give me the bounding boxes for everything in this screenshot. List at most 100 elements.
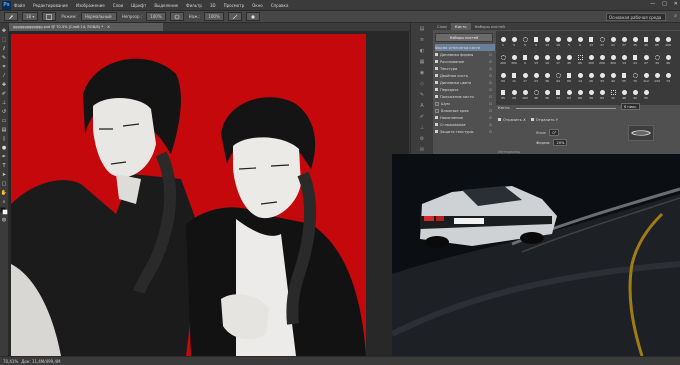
document-tab[interactable]: ggggggggggggg.psd @ 70.5% (Слой 14, RGB/… — [9, 23, 163, 31]
roundness-field[interactable]: 20% — [553, 139, 568, 146]
brush-presets-button[interactable]: Наборы кистей — [435, 33, 493, 42]
airbrush-toggle[interactable] — [227, 12, 242, 21]
brush-preset[interactable]: 19 — [542, 51, 552, 65]
brush-preset[interactable]: 9 — [520, 51, 530, 65]
brush-preset[interactable]: 9 — [575, 33, 585, 47]
quick-select-tool-icon[interactable]: ✎ — [0, 53, 8, 62]
clone-source-panel-icon[interactable]: ⊥ — [411, 122, 433, 133]
menu-3d[interactable]: 3D — [210, 3, 216, 8]
gradient-tool-icon[interactable]: ▤ — [0, 125, 8, 134]
brush-panel-toggle[interactable] — [42, 12, 57, 21]
lock-icon[interactable]: ⊡ — [489, 130, 492, 134]
list-item[interactable]: Динамика формы ⊡ — [435, 51, 495, 58]
brush-preset[interactable]: 95 — [498, 86, 508, 100]
flow-field[interactable]: 100% — [204, 12, 224, 21]
brush-preset[interactable]: 14 — [619, 51, 629, 65]
checkbox[interactable] — [435, 123, 438, 126]
brush-preset[interactable]: 39 — [652, 51, 662, 65]
hand-tool-icon[interactable]: ✋ — [0, 188, 8, 197]
paths-panel-icon[interactable]: ✎ — [411, 89, 433, 100]
lock-icon[interactable]: ⊡ — [489, 81, 492, 85]
brush-preset[interactable]: 32 — [630, 86, 640, 100]
type-tool-icon[interactable]: T — [0, 161, 8, 170]
brush-preset[interactable]: 36 — [542, 86, 552, 100]
lock-icon[interactable]: ⊡ — [489, 53, 492, 57]
checkbox[interactable] — [435, 88, 438, 91]
brush-preset[interactable]: 192 — [520, 86, 530, 100]
tab-brush[interactable]: Кисть — [450, 23, 471, 30]
properties-panel-icon[interactable]: ≡ — [411, 34, 433, 45]
close-icon[interactable]: ✕ — [674, 1, 678, 7]
brush-preset[interactable]: 63 — [597, 86, 607, 100]
size-slider[interactable] — [516, 108, 616, 109]
brush-preset[interactable]: 21 — [608, 33, 618, 47]
brush-preset[interactable]: 100 — [663, 33, 673, 47]
brush-preset[interactable]: 17 — [597, 33, 607, 47]
tool-preset-picker[interactable] — [4, 12, 18, 21]
blur-tool-icon[interactable]: ◊ — [0, 134, 8, 143]
lock-icon[interactable]: ⊡ — [489, 123, 492, 127]
brush-preset[interactable]: 1 — [498, 33, 508, 47]
brush-preset[interactable]: 55 — [619, 69, 629, 83]
clone-stamp-tool-icon[interactable]: ⊥ — [0, 98, 8, 107]
brush-preset[interactable]: 24 — [630, 51, 640, 65]
checkbox[interactable] — [435, 130, 438, 133]
brush-preset[interactable]: 17 — [520, 69, 530, 83]
angle-field[interactable]: 0° — [549, 129, 560, 136]
lock-icon[interactable]: ⊡ — [489, 88, 492, 92]
menu-view[interactable]: Просмотр — [224, 3, 245, 8]
brush-preset[interactable]: 200 — [597, 51, 607, 65]
menu-file[interactable]: Файл — [14, 3, 25, 8]
checkbox[interactable] — [435, 67, 438, 70]
brush-preset[interactable]: 27 — [641, 51, 651, 65]
checkbox[interactable] — [435, 60, 438, 63]
swatches-panel-icon[interactable]: ▦ — [411, 56, 433, 67]
brush-preset[interactable]: 60 — [564, 69, 574, 83]
brush-preset[interactable]: 55 — [641, 86, 651, 100]
brush-tip-shape-item[interactable]: Форма отпечатка кисти — [435, 44, 495, 51]
brush-preset[interactable]: 11 — [608, 86, 618, 100]
character-panel-icon[interactable]: A — [411, 100, 433, 111]
brush-preset[interactable]: 27 — [619, 33, 629, 47]
brush-preset[interactable]: 42 — [608, 69, 618, 83]
flip-x-checkbox[interactable] — [498, 118, 501, 121]
artwork-canvas[interactable] — [11, 34, 366, 356]
checkbox[interactable] — [435, 81, 438, 84]
color-panel-icon[interactable]: ◉ — [411, 67, 433, 78]
brush-preset[interactable]: 66 — [575, 86, 585, 100]
brush-preset[interactable]: 100 — [586, 51, 596, 65]
brush-preset[interactable]: 13 — [586, 33, 596, 47]
list-item[interactable]: Положение кисти ⊡ — [435, 93, 495, 100]
brush-preset[interactable]: 14 — [575, 69, 585, 83]
brush-preset[interactable]: 45 — [564, 51, 574, 65]
lasso-tool-icon[interactable]: ℓ — [0, 44, 8, 53]
zoom-level[interactable]: 70,41% — [3, 359, 18, 364]
lock-icon[interactable]: ⊡ — [489, 116, 492, 120]
eyedropper-tool-icon[interactable]: ⁄ — [0, 71, 8, 80]
list-item[interactable]: Текстура ⊡ — [435, 65, 495, 72]
size-field[interactable]: 6 пикс. — [621, 103, 641, 110]
list-item[interactable]: Двойная кисть ⊡ — [435, 72, 495, 79]
brush-preset[interactable]: 46 — [663, 51, 673, 65]
checkbox[interactable] — [435, 101, 439, 106]
brush-preset[interactable]: 300 — [509, 51, 519, 65]
brush-preset[interactable]: 134 — [652, 69, 662, 83]
brush-preset[interactable]: 19 — [553, 33, 563, 47]
crop-tool-icon[interactable]: ⌗ — [0, 62, 8, 71]
mode-select[interactable]: Нормальный — [80, 12, 117, 21]
brush-preset[interactable]: 45 — [641, 33, 651, 47]
list-item[interactable]: Влажные края ⊡ — [435, 107, 495, 114]
brush-preset[interactable]: 26 — [586, 69, 596, 83]
marquee-tool-icon[interactable]: ⬚ — [0, 35, 8, 44]
brush-preset[interactable]: 59 — [498, 69, 508, 83]
canvas-area[interactable] — [9, 31, 409, 356]
brush-preset[interactable]: 13 — [542, 33, 552, 47]
brush-preset[interactable]: 9 — [531, 33, 541, 47]
checkbox[interactable] — [435, 95, 438, 98]
list-item[interactable]: Передача ⊡ — [435, 86, 495, 93]
list-item[interactable]: Защита текстуры ⊡ — [435, 128, 495, 135]
list-item[interactable]: Накопление ⊡ — [435, 114, 495, 121]
lock-icon[interactable]: ⊡ — [489, 109, 492, 113]
checkbox[interactable] — [435, 53, 438, 56]
brush-preset[interactable]: 13 — [531, 51, 541, 65]
